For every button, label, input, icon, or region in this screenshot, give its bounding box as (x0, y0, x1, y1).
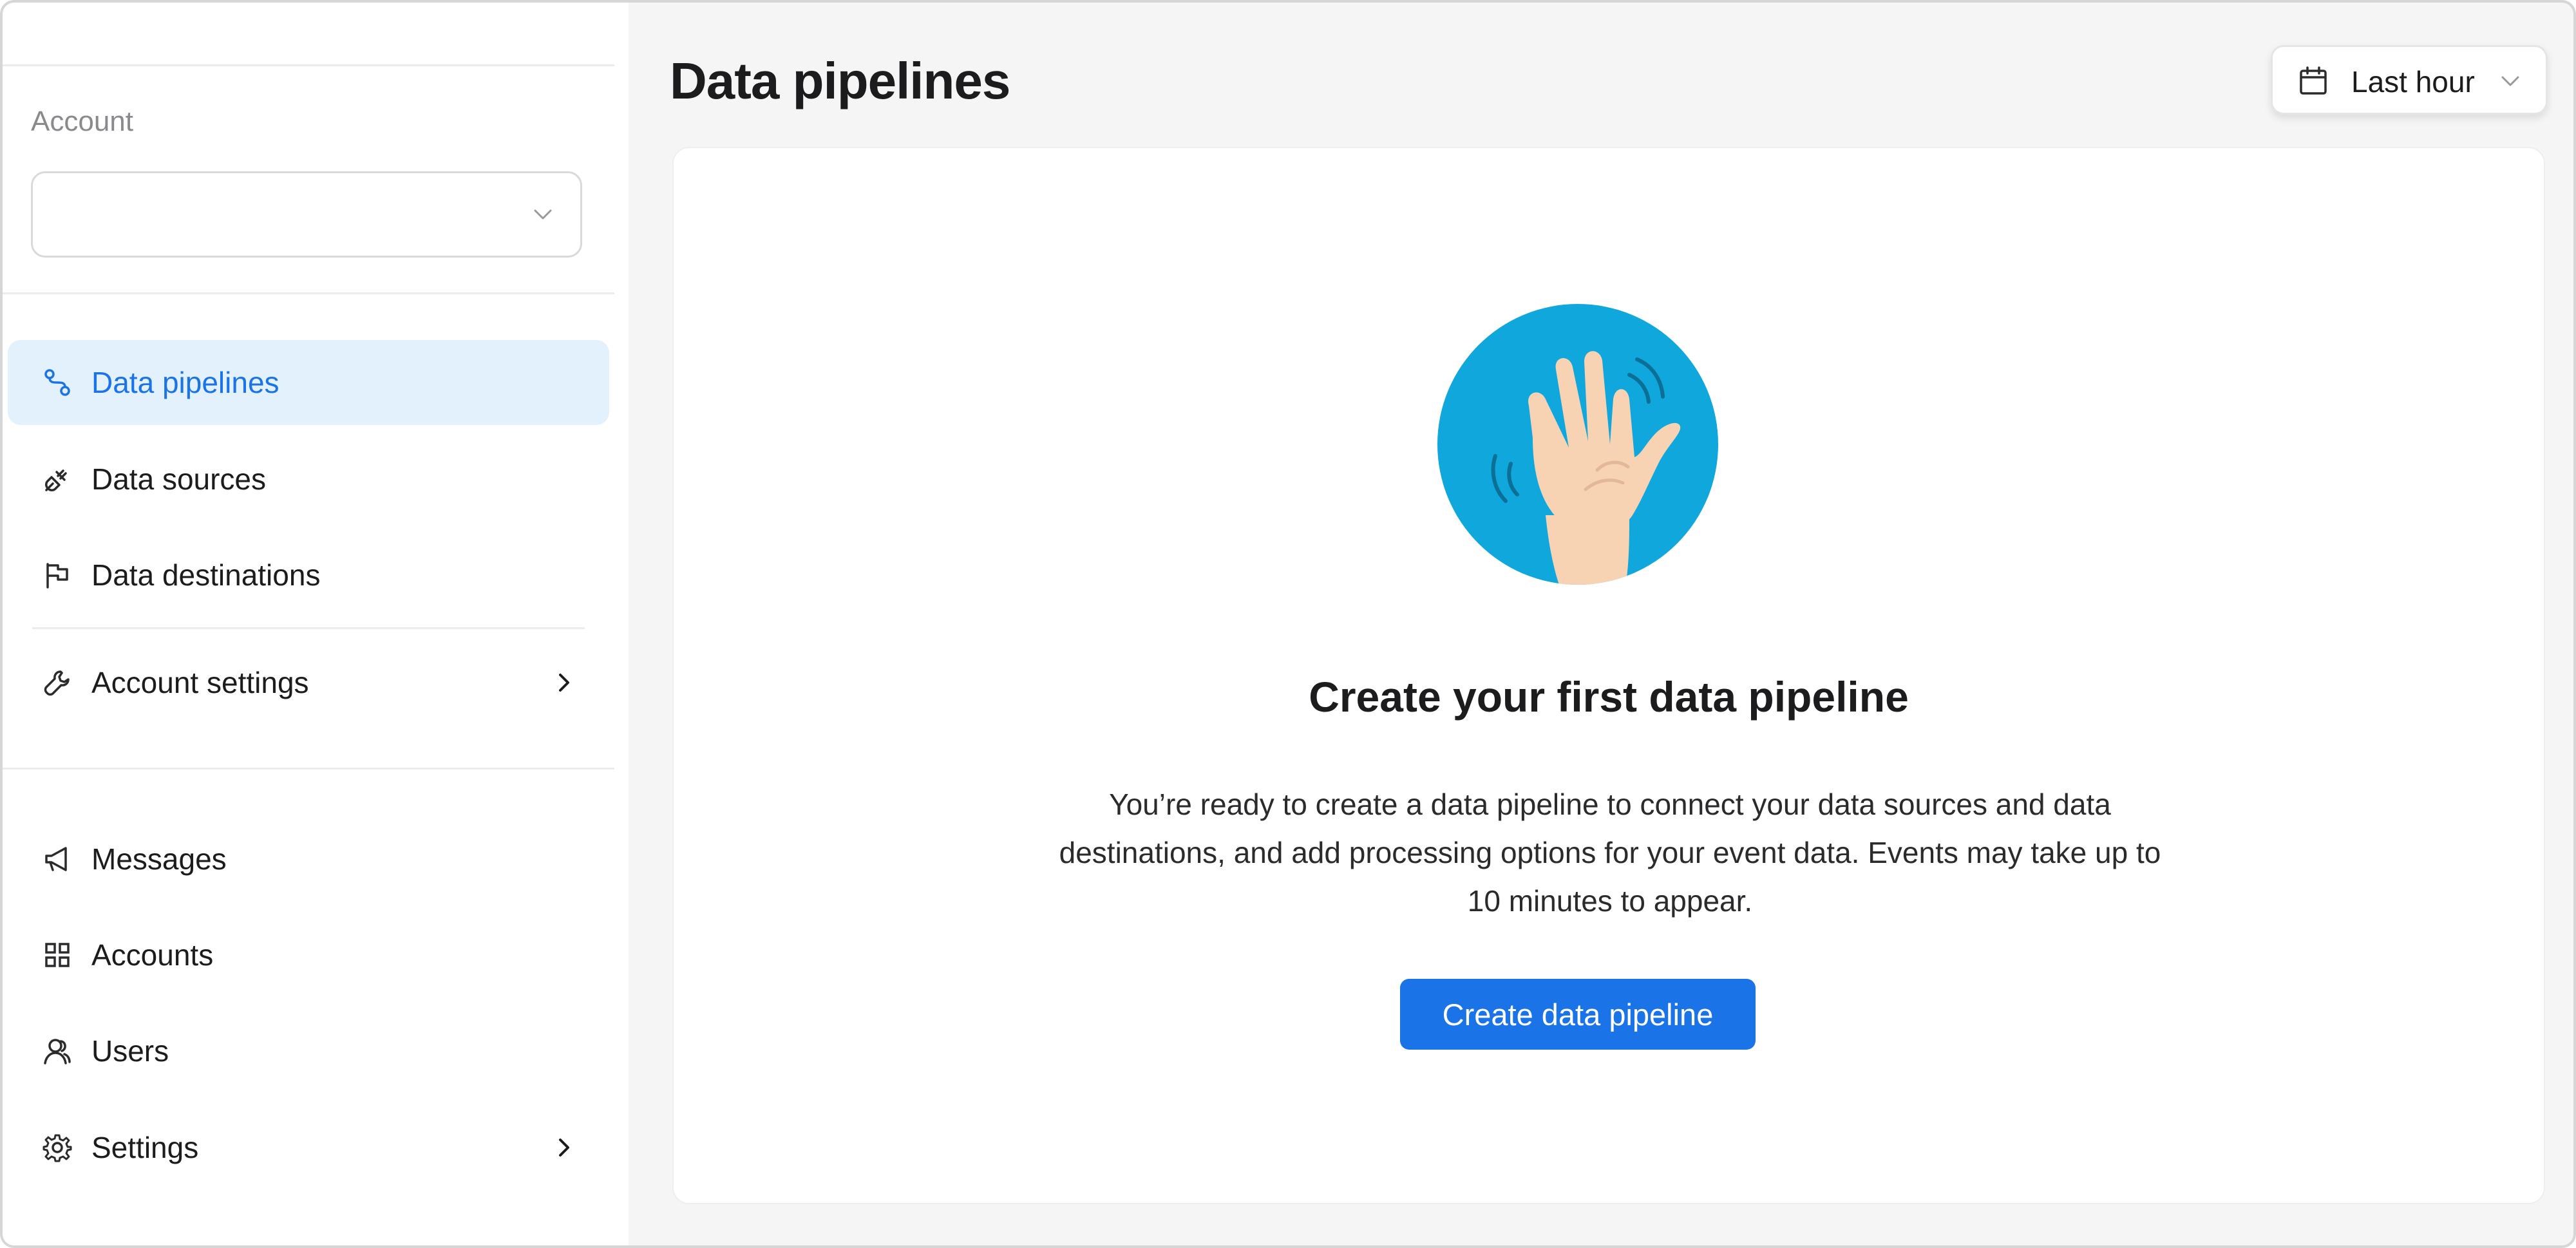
users-icon (41, 1035, 73, 1067)
sidebar-item-label: Data sources (91, 462, 267, 496)
sidebar-item-data-destinations[interactable]: Data destinations (8, 533, 609, 618)
calendar-icon (2300, 66, 2327, 95)
sidebar-item-accounts[interactable]: Accounts (8, 912, 609, 997)
wrench-icon (41, 667, 73, 699)
plug-icon (41, 463, 73, 495)
sidebar: Account Data pipelines Data sources Data… (3, 3, 629, 1245)
sidebar-item-label: Messages (91, 842, 227, 876)
chevron-down-icon (2501, 76, 2519, 86)
sidebar-item-label: Settings (91, 1131, 199, 1164)
empty-state-card: Create your first data pipeline You’re r… (672, 147, 2545, 1204)
sidebar-item-users[interactable]: Users (8, 1008, 609, 1093)
sidebar-item-label: Data destinations (91, 558, 321, 592)
flag-icon (41, 559, 73, 591)
page-title: Data pipelines (670, 52, 1010, 109)
create-data-pipeline-button[interactable]: Create data pipeline (1400, 979, 1756, 1050)
grid-icon (41, 939, 73, 971)
chevron-right-icon (559, 674, 569, 692)
sidebar-item-label: Data pipelines (91, 366, 279, 399)
sidebar-item-account-settings[interactable]: Account settings (8, 640, 609, 725)
sidebar-item-label: Accounts (91, 938, 214, 972)
sidebar-divider (3, 64, 614, 66)
pipeline-icon (41, 366, 73, 399)
sidebar-divider (3, 768, 614, 770)
sidebar-item-data-pipelines[interactable]: Data pipelines (8, 340, 609, 425)
app-window: Account Data pipelines Data sources Data… (0, 0, 2576, 1248)
empty-state-description: You’re ready to create a data pipeline t… (1059, 788, 2161, 918)
time-range-label: Last hour (2351, 65, 2475, 99)
sidebar-item-label: Account settings (91, 666, 309, 699)
sidebar-item-data-sources[interactable]: Data sources (8, 437, 609, 522)
sidebar-item-label: Users (91, 1034, 169, 1068)
waving-hand-illustration (1437, 304, 1718, 585)
gear-icon (41, 1131, 73, 1164)
sidebar-item-messages[interactable]: Messages (8, 817, 609, 902)
chevron-down-icon (534, 209, 552, 220)
chevron-right-icon (559, 1139, 569, 1157)
account-select[interactable] (31, 171, 582, 258)
megaphone-icon (41, 843, 73, 875)
empty-state-title: Create your first data pipeline (1309, 673, 1909, 721)
sidebar-item-settings[interactable]: Settings (8, 1105, 609, 1190)
sidebar-divider (3, 292, 614, 294)
account-label: Account (31, 106, 133, 137)
sidebar-divider (32, 627, 585, 629)
time-range-picker[interactable]: Last hour (2271, 45, 2548, 115)
